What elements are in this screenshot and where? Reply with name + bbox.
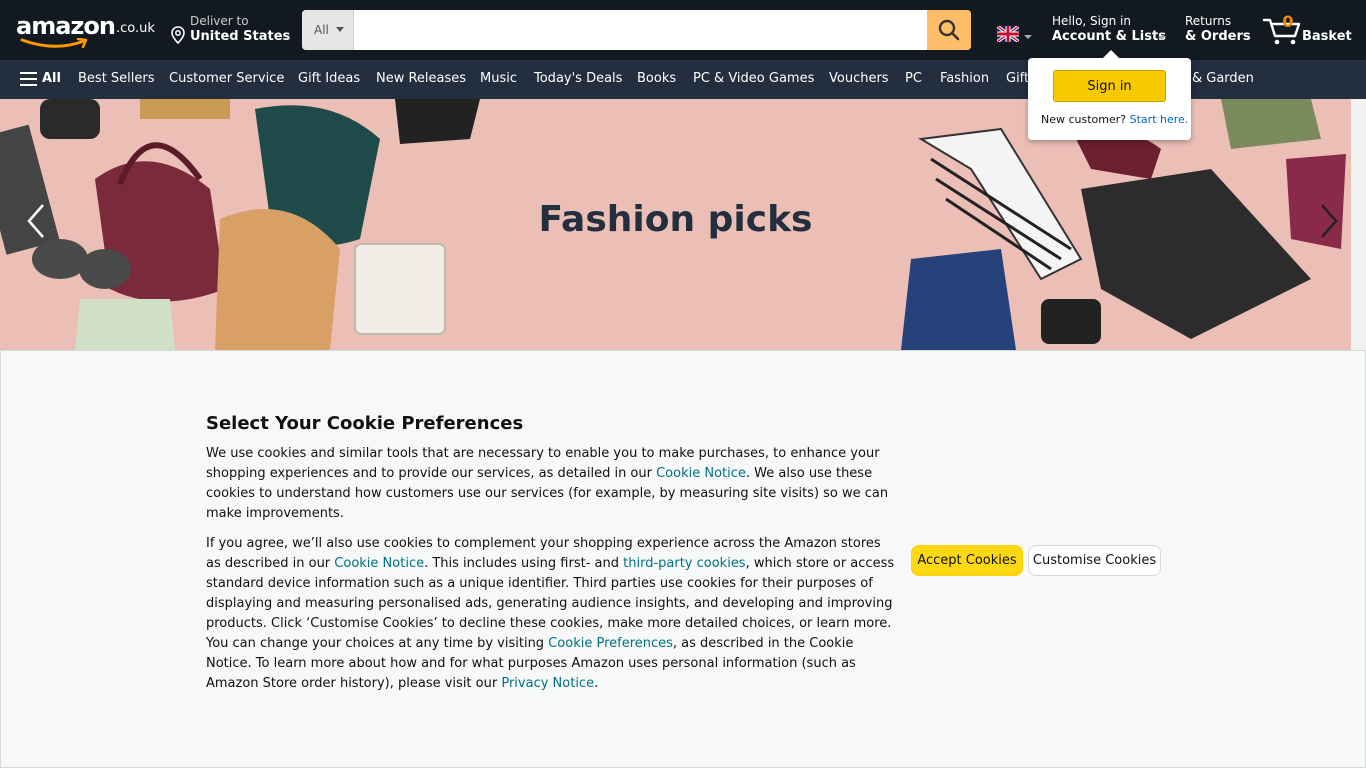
nav-item-new-releases[interactable]: New Releases <box>376 71 466 86</box>
returns-label: Returns <box>1185 14 1232 28</box>
cookie-paragraph-2: If you agree, we’ll also use cookies to … <box>206 534 896 694</box>
location-pin-icon <box>171 26 185 44</box>
logo-tld: .co.uk <box>116 21 155 36</box>
cookie-title: Select Your Cookie Preferences <box>206 413 524 434</box>
search-bar: All <box>302 10 971 50</box>
chevron-down-icon <box>336 27 344 32</box>
cookie-notice-link[interactable]: Cookie Notice <box>656 466 746 481</box>
accept-cookies-button[interactable]: Accept Cookies <box>911 545 1023 576</box>
popover-tip <box>1102 50 1120 59</box>
hero-title: Fashion picks <box>538 199 813 240</box>
start-here-link[interactable]: Start here. <box>1130 113 1189 126</box>
deliver-location: United States <box>190 29 291 44</box>
language-dropdown-chevron-icon[interactable] <box>1024 35 1032 39</box>
nav-item-fashion[interactable]: Fashion <box>940 71 989 86</box>
chevron-left-icon[interactable] <box>26 203 46 239</box>
nav-item-books[interactable]: Books <box>637 71 676 86</box>
nav-item-customer-service[interactable]: Customer Service <box>169 71 284 86</box>
logo-smile-icon <box>20 38 88 49</box>
chevron-right-icon[interactable] <box>1319 203 1339 239</box>
logo-text: amazon <box>16 12 116 40</box>
search-button[interactable] <box>927 10 971 50</box>
chevron-down-icon <box>1158 36 1166 40</box>
nav-item-music[interactable]: Music <box>480 71 517 86</box>
cookie-preferences-link[interactable]: Cookie Preferences <box>548 636 673 651</box>
deliver-label: Deliver to <box>190 14 249 28</box>
cookie-paragraph-1: We use cookies and similar tools that ar… <box>206 444 896 524</box>
privacy-notice-link[interactable]: Privacy Notice <box>501 676 594 691</box>
search-icon <box>938 19 960 41</box>
nav-item-best-sellers[interactable]: Best Sellers <box>78 71 155 86</box>
search-input[interactable] <box>354 10 927 50</box>
nav-item-gift[interactable]: Gift <box>1006 71 1029 86</box>
top-header: amazon .co.uk Deliver to United States A… <box>0 0 1366 60</box>
customise-cookies-button[interactable]: Customise Cookies <box>1028 545 1161 576</box>
account-greeting: Hello, Sign in <box>1052 14 1131 28</box>
account-label: Account & Lists <box>1052 29 1166 44</box>
amazon-page: amazon .co.uk Deliver to United States A… <box>0 0 1366 768</box>
cookie-p2-text-e: . <box>594 676 599 691</box>
uk-flag-icon[interactable] <box>997 26 1019 42</box>
page-scrollbar[interactable] <box>1351 99 1366 350</box>
new-customer-text: New customer? Start here. <box>1041 113 1188 126</box>
cookie-p2-text-b: . This includes using first- and <box>424 556 624 571</box>
search-category-select[interactable]: All <box>302 10 354 50</box>
cookie-preferences-panel: Select Your Cookie Preferences We use co… <box>0 350 1366 768</box>
nav-item-pc[interactable]: PC <box>905 71 922 86</box>
signin-popover: Sign in New customer? Start here. <box>1028 50 1191 140</box>
amazon-logo[interactable]: amazon .co.uk <box>16 12 156 50</box>
orders-label: & Orders <box>1185 29 1251 44</box>
nav-item-pc-video-games[interactable]: PC & Video Games <box>693 71 814 86</box>
hamburger-menu-icon <box>20 72 37 86</box>
sign-in-button[interactable]: Sign in <box>1053 70 1166 102</box>
nav-item-vouchers[interactable]: Vouchers <box>829 71 889 86</box>
basket-count: 0 <box>1282 12 1294 31</box>
nav-item-todays-deals[interactable]: Today's Deals <box>534 71 622 86</box>
new-customer-label: New customer? <box>1041 113 1127 126</box>
basket-label: Basket <box>1302 29 1352 44</box>
basket-button[interactable]: 0 Basket <box>1262 10 1352 50</box>
search-category-label: All <box>314 23 329 37</box>
cookie-notice-link-2[interactable]: Cookie Notice <box>334 556 424 571</box>
nav-item-gift-ideas[interactable]: Gift Ideas <box>298 71 360 86</box>
nav-all-label: All <box>42 71 61 86</box>
nav-item-home-garden[interactable]: & Garden <box>1192 71 1254 86</box>
third-party-cookies-link[interactable]: third-party cookies <box>623 556 745 571</box>
